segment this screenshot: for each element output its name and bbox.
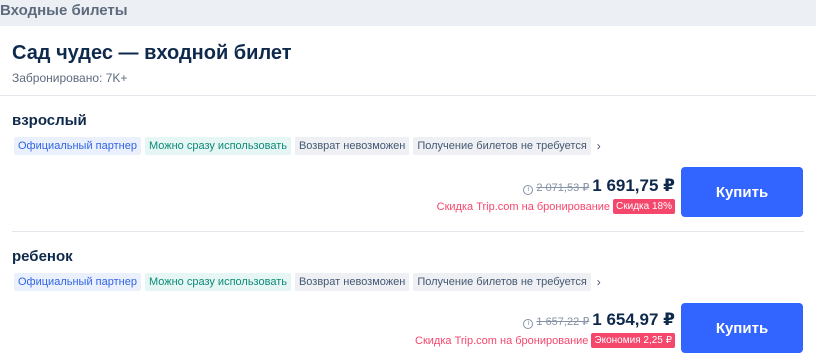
buy-button[interactable]: Купить (681, 303, 803, 353)
tag-official-partner: Официальный партнер (14, 273, 141, 291)
chevron-right-icon[interactable]: › (597, 139, 601, 153)
old-price: 2 071,53 ₽ (536, 182, 590, 194)
ticket-tags[interactable]: Официальный партнер Можно сразу использо… (14, 137, 601, 155)
booked-count: Забронировано: 7K+ (12, 71, 128, 85)
section-header: Входные билеты (0, 0, 816, 26)
ticket-option-adult: взрослый Официальный партнер Можно сразу… (12, 96, 804, 232)
tag-non-refundable: Возврат невозможен (294, 273, 410, 291)
tag-instant-use: Можно сразу использовать (144, 137, 291, 155)
ticket-name: взрослый (12, 112, 87, 129)
tag-instant-use: Можно сразу использовать (144, 273, 291, 291)
info-icon[interactable]: i (523, 185, 534, 195)
discount-badge: Экономия 2,25 ₽ (591, 333, 675, 348)
discount-text: Скидка Trip.com на бронирование (415, 334, 589, 347)
tag-no-pickup: Получение билетов не требуется (413, 273, 591, 291)
ticket-name: ребенок (12, 248, 73, 265)
product-card: Сад чудес — входной билет Забронировано:… (0, 26, 816, 360)
price-block: i 1 657,22 ₽ 1 654,97 ₽ Скидка Trip.com … (415, 310, 675, 348)
tag-no-pickup: Получение билетов не требуется (413, 137, 591, 155)
ticket-option-child: ребенок Официальный партнер Можно сразу … (12, 232, 804, 358)
current-price: 1 691,75 ₽ (592, 176, 675, 195)
old-price: 1 657,22 ₽ (536, 316, 590, 328)
ticket-tags[interactable]: Официальный партнер Можно сразу использо… (14, 273, 601, 291)
discount-badge: Скидка 18% (613, 199, 675, 214)
current-price: 1 654,97 ₽ (592, 310, 675, 329)
product-header: Сад чудес — входной билет Забронировано:… (0, 26, 816, 96)
buy-button[interactable]: Купить (681, 167, 803, 217)
info-icon[interactable]: i (523, 319, 534, 329)
product-title: Сад чудес — входной билет (12, 42, 292, 64)
chevron-right-icon[interactable]: › (597, 275, 601, 289)
discount-text: Скидка Trip.com на бронирование (436, 200, 611, 213)
price-block: i 2 071,53 ₽ 1 691,75 ₽ Скидка Trip.com … (437, 176, 675, 214)
tag-non-refundable: Возврат невозможен (294, 137, 410, 155)
tag-official-partner: Официальный партнер (14, 137, 141, 155)
section-title: Входные билеты (0, 2, 128, 19)
